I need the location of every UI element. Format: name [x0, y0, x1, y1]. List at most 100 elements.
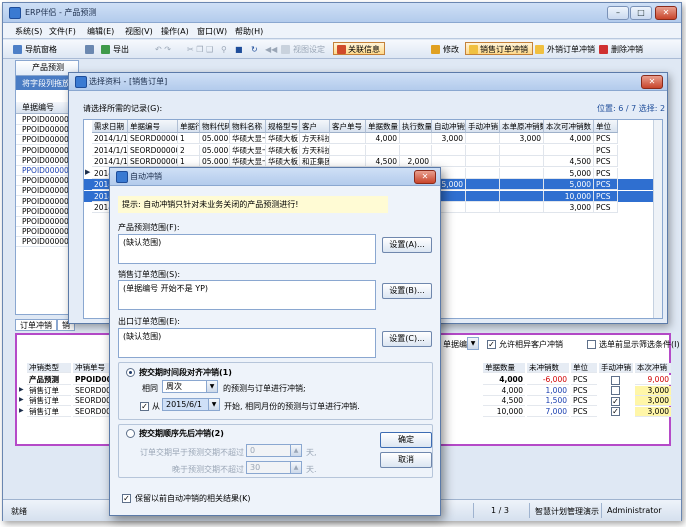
manual-offset-checkbox[interactable] — [611, 375, 620, 385]
delete-offset-button[interactable]: 删除冲销 — [599, 43, 643, 56]
table-cell: 2014/1/14 — [92, 133, 128, 144]
export-range-field[interactable]: (缺认范围) — [118, 328, 376, 358]
from-checkbox[interactable]: ✓ — [140, 402, 149, 411]
maximize-button[interactable]: □ — [630, 6, 652, 20]
late-days-stepper[interactable]: 30 ▲ — [246, 461, 302, 474]
offset-cell-no: PPOID0000 — [73, 375, 113, 385]
list-item[interactable]: PPOID000004 — [16, 197, 76, 207]
menu-system[interactable]: 系统(S) — [15, 26, 42, 37]
tab-order-offset[interactable]: 订单冲销 — [15, 319, 57, 331]
setting-b-button[interactable]: 设置(B)... — [382, 283, 432, 299]
sales-offset-icon — [469, 45, 478, 54]
auto-close-button[interactable]: ✕ — [414, 170, 436, 184]
list-item[interactable]: PPOID000002 — [16, 156, 76, 166]
offset-cell-type: 产品预测 — [27, 375, 71, 385]
list-item[interactable]: PPOID000004 — [16, 176, 76, 187]
list-item[interactable]: PPOID000005 — [16, 237, 76, 248]
show-before-checkbox[interactable] — [587, 340, 596, 349]
col-manual[interactable]: 手动冲销 — [599, 363, 633, 373]
cut-copy-paste-icons[interactable]: ✂ ❐ ❑ — [175, 43, 213, 56]
nav-pane-button[interactable]: 导航窗格 — [13, 43, 57, 56]
from-date-picker[interactable]: 2015/6/1 ▼ — [162, 398, 220, 411]
list-item[interactable]: PPOID000001 — [16, 146, 76, 156]
keep-results-checkbox[interactable]: ✓ — [122, 494, 131, 503]
col-header[interactable]: 本次可冲销数 — [544, 120, 594, 133]
table-cell: 5,000 — [544, 167, 594, 179]
menu-view[interactable]: 视图(V) — [125, 26, 153, 37]
list-item[interactable]: PPOID000001 — [16, 125, 76, 136]
manual-offset-checkbox[interactable]: ✓ — [611, 407, 620, 416]
table-cell: 1 — [178, 133, 200, 144]
col-qty[interactable]: 单据数量 — [483, 363, 525, 373]
list-item[interactable]: PPOID000003 — [16, 166, 76, 176]
col-current[interactable]: 本次冲销 — [635, 363, 671, 373]
keep-results-label: 保留以前自动冲销的相关结果(K) — [135, 494, 251, 503]
select-close-button[interactable]: ✕ — [641, 75, 663, 89]
col-header[interactable]: 本单原冲销数 — [500, 120, 544, 133]
grid-vertical-scrollbar[interactable] — [653, 120, 662, 318]
col-header[interactable]: 单据编号 — [128, 120, 178, 133]
col-header[interactable]: 自动冲销数 — [432, 120, 466, 133]
view-setting-button[interactable]: 视图设定 — [281, 43, 325, 56]
menu-action[interactable]: 操作(A) — [161, 26, 189, 37]
col-header[interactable]: 执行数量 — [400, 120, 432, 133]
col-header[interactable]: 客户 — [300, 120, 330, 133]
list-header-doc-no[interactable]: 单据编号 — [16, 102, 76, 114]
table-cell: 2,000 — [400, 156, 432, 167]
col-header[interactable]: 物料名称 — [230, 120, 266, 133]
undo-icon[interactable]: ↶ ↷ — [143, 43, 171, 56]
list-item[interactable]: PPOID000004 — [16, 207, 76, 217]
list-item[interactable]: PPOID000005 — [16, 227, 76, 238]
close-button[interactable]: ✕ — [655, 6, 677, 20]
setting-a-button[interactable]: 设置(A)... — [382, 237, 432, 253]
list-item[interactable]: PPOID000004 — [16, 186, 76, 197]
sales-range-field[interactable]: (单据编号 开始不是 YP) — [118, 280, 376, 310]
first-icon[interactable]: ◀◀ — [253, 43, 277, 56]
option-align-radio[interactable] — [126, 368, 135, 377]
status-separator — [473, 503, 474, 518]
table-cell — [400, 133, 432, 144]
col-header[interactable]: 单位 — [594, 120, 618, 133]
table-cell — [466, 133, 500, 144]
modify-button[interactable]: 修改 — [431, 43, 459, 56]
option-order-radio[interactable] — [126, 429, 135, 438]
col-header[interactable]: 客户单号 — [330, 120, 366, 133]
table-cell — [330, 133, 366, 144]
col-header[interactable]: 需求日期 — [92, 120, 128, 133]
list-item[interactable]: PPOID000001 — [16, 135, 76, 146]
export-button[interactable]: 导出 — [101, 43, 129, 56]
col-header[interactable]: 单据行 — [178, 120, 200, 133]
menu-window[interactable]: 窗口(W) — [197, 26, 227, 37]
ok-button[interactable]: 确定 — [380, 432, 432, 448]
col-unit[interactable]: 单位 — [571, 363, 597, 373]
sales-offset-button[interactable]: 销售订单冲销 — [465, 42, 533, 55]
col-offset-no[interactable]: 冲销单号 — [73, 363, 113, 373]
print-button[interactable] — [85, 43, 97, 56]
col-offset-type[interactable]: 冲销类型 — [27, 363, 71, 373]
manual-offset-checkbox[interactable]: ✓ — [611, 396, 620, 406]
status-separator — [601, 503, 602, 518]
minimize-button[interactable]: – — [607, 6, 629, 20]
list-item[interactable]: PPOID000005 — [16, 217, 76, 227]
setting-c-button[interactable]: 设置(C)... — [382, 331, 432, 347]
col-unoffset[interactable]: 未冲销数 — [527, 363, 569, 373]
allow-cross-checkbox[interactable]: ✓ — [487, 340, 496, 349]
col-header[interactable]: 单据数量 — [366, 120, 400, 133]
row-marker-icon: ▶ — [19, 385, 24, 393]
period-select[interactable]: 周次 ▼ — [162, 380, 218, 393]
manual-offset-checkbox[interactable] — [611, 386, 620, 395]
filter-dropdown[interactable]: ▼ — [467, 337, 479, 350]
col-header[interactable]: 规格型号 — [266, 120, 300, 133]
menu-file[interactable]: 文件(F) — [49, 26, 76, 37]
menu-help[interactable]: 帮助(H) — [235, 26, 263, 37]
col-header[interactable]: 物料代码 — [200, 120, 230, 133]
related-info-button[interactable]: 关联信息 — [333, 42, 385, 55]
menu-edit[interactable]: 编辑(E) — [87, 26, 114, 37]
table-cell — [500, 167, 544, 179]
export-offset-button[interactable]: 外销订单冲销 — [535, 43, 595, 56]
cancel-button[interactable]: 取消 — [380, 452, 432, 468]
col-header[interactable]: 手动冲销 — [466, 120, 500, 133]
early-days-stepper[interactable]: 0 ▲ — [246, 444, 302, 457]
list-item[interactable]: PPOID000001 — [16, 115, 76, 125]
forecast-range-field[interactable]: (缺认范围) — [118, 234, 376, 264]
